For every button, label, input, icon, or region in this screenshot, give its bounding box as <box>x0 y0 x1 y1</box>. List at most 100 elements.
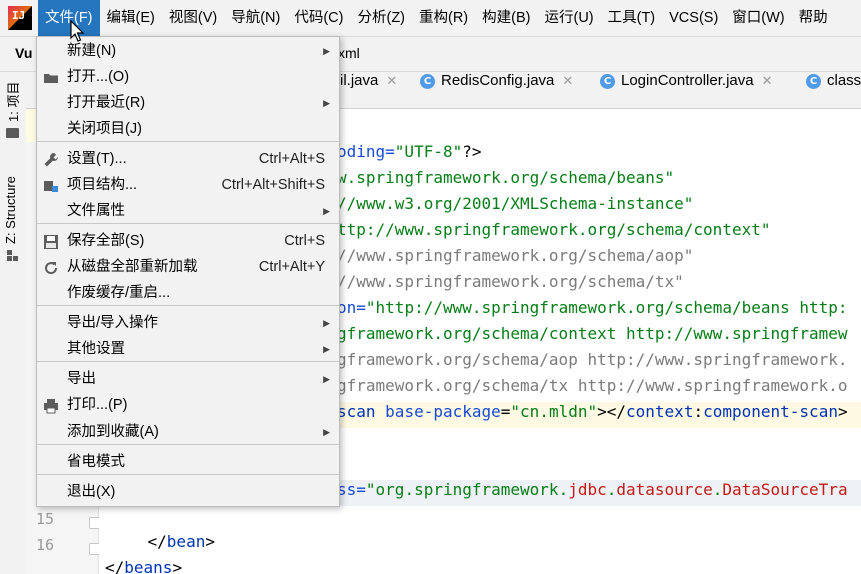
file-menu-item-11[interactable]: 其他设置 ▶ <box>37 336 339 362</box>
code-token: datasource <box>616 480 713 499</box>
code-token: base-package <box>385 402 501 421</box>
code-token: </ <box>105 558 125 574</box>
shortcut-label: Ctrl+Alt+S <box>258 151 325 167</box>
file-menu-item-15[interactable]: 省电模式 <box>37 449 339 475</box>
code-line: on="http://www.springframework.org/schem… <box>337 298 861 324</box>
code-token: component-scan <box>703 402 838 421</box>
file-menu-item-13[interactable]: 打印...(P) <box>37 392 339 418</box>
shortcut-label: Ctrl+Alt+Shift+S <box>221 177 325 193</box>
tab-logincontroller-java[interactable]: C LoginController.java ✕ <box>600 72 773 108</box>
code-token: . <box>712 480 723 499</box>
tab-redisconfig-java[interactable]: C RedisConfig.java ✕ <box>420 72 573 108</box>
file-menu-item-6[interactable]: 文件属性 ▶ <box>37 198 339 224</box>
code-token: "UTF-8" <box>394 142 463 161</box>
submenu-arrow-icon: ▶ <box>323 98 330 108</box>
file-menu-item-10[interactable]: 导出/导入操作 ▶ <box>37 310 339 336</box>
code-line: ttp://www.springframework.org/schema/con… <box>337 220 861 246</box>
code-token: > <box>205 532 215 551</box>
code-token: "cn.mldn" <box>510 402 598 421</box>
close-icon[interactable]: ✕ <box>386 73 397 88</box>
structure-panel-tab[interactable]: Z: Structure <box>3 176 18 244</box>
code-token: //www.springframework.org/schema/aop" <box>337 246 694 265</box>
code-token: scan <box>337 402 386 421</box>
code-token: ttp://www.springframework.org/schema/con… <box>337 220 771 239</box>
file-menu-item-14[interactable]: 添加到收藏(A) ▶ <box>37 419 339 445</box>
code-token: w.springframework.org/schema/beans" <box>337 168 675 187</box>
menu-item-label: 作废缓存/重启... <box>67 285 171 301</box>
menu-separator <box>37 444 339 445</box>
menu-separator <box>37 223 339 224</box>
menu-5[interactable]: 分析(Z) <box>350 0 412 36</box>
project-structure-icon <box>43 177 59 193</box>
menu-10[interactable]: VCS(S) <box>662 0 725 36</box>
close-icon[interactable]: ✕ <box>762 73 773 88</box>
tab-label: il.java <box>340 72 379 89</box>
menu-2[interactable]: 视图(V) <box>162 0 224 36</box>
menu-12[interactable]: 帮助 <box>792 0 835 36</box>
breadcrumb-project[interactable]: Vu <box>15 45 32 61</box>
code-line: //www.springframework.org/schema/tx" <box>337 272 861 298</box>
close-icon[interactable]: ✕ <box>562 73 573 88</box>
menu-item-label: 文件属性 <box>67 203 125 219</box>
file-menu-item-3[interactable]: 关闭项目(J) <box>37 116 339 142</box>
code-token: . <box>606 480 617 499</box>
code-line: </bean> <box>109 532 861 558</box>
class-icon: C <box>806 73 821 89</box>
project-panel-tab[interactable]: 1: 项目 <box>3 82 22 122</box>
file-menu-item-12[interactable]: 导出 ▶ <box>37 366 339 392</box>
code-line: gframework.org/schema/tx http://www.spri… <box>337 376 861 402</box>
menu-0[interactable]: 文件(F) <box>38 0 100 36</box>
menu-item-label: 打开最近(R) <box>67 95 146 111</box>
menu-separator <box>37 305 339 306</box>
menu-6[interactable]: 重构(R) <box>412 0 475 36</box>
menu-item-label: 打印...(P) <box>67 397 128 413</box>
code-token: beans <box>124 558 173 574</box>
shortcut-label: Ctrl+S <box>284 233 325 249</box>
tab-util-java[interactable]: il.java ✕ <box>340 72 397 108</box>
menu-item-label: 其他设置 <box>67 341 125 357</box>
code-line: gframework.org/schema/context http://www… <box>337 324 861 350</box>
menu-9[interactable]: 工具(T) <box>601 0 663 36</box>
project-folder-icon <box>6 128 19 138</box>
code-line: </beans> <box>105 558 861 574</box>
menu-separator <box>37 474 339 475</box>
line-number: 15 <box>36 510 55 528</box>
menu-11[interactable]: 窗口(W) <box>725 0 791 36</box>
menu-3[interactable]: 导航(N) <box>224 0 287 36</box>
code-line: oding="UTF-8"?> <box>337 142 861 168</box>
code-token: > <box>172 558 183 574</box>
tab-class[interactable]: Cclass <box>806 72 861 108</box>
code-line: scan base-package="cn.mldn"></context:co… <box>337 402 861 428</box>
menu-1[interactable]: 编辑(E) <box>100 0 162 36</box>
menu-item-label: 导出 <box>67 371 96 387</box>
menu-item-label: 项目结构... <box>67 177 138 193</box>
submenu-arrow-icon: ▶ <box>323 374 330 384</box>
code-token: ></ <box>597 402 627 421</box>
menu-7[interactable]: 构建(B) <box>475 0 537 36</box>
file-menu-item-7[interactable]: 保存全部(S) Ctrl+S <box>37 228 339 254</box>
file-menu-item-8[interactable]: 从磁盘全部重新加载 Ctrl+Alt+Y <box>37 254 339 280</box>
file-menu-item-2[interactable]: 打开最近(R) ▶ <box>37 90 339 116</box>
code-token: bean <box>166 532 206 551</box>
code-token: DataSourceTra <box>722 480 848 499</box>
code-token: on= <box>337 298 366 317</box>
breadcrumb-file[interactable]: xml <box>338 45 360 61</box>
file-menu-item-16[interactable]: 退出(X) <box>37 479 339 505</box>
menu-item-label: 导出/导入操作 <box>67 315 159 331</box>
code-token: "org.springframework. <box>365 480 569 499</box>
file-menu-item-1[interactable]: 打开...(O) <box>37 64 339 90</box>
file-menu-dropdown: 新建(N) ▶ 打开...(O) 打开最近(R) ▶ 关闭项目(J) 设置(T)... Ctr… <box>36 36 340 507</box>
code-line: gframework.org/schema/aop http://www.spr… <box>337 350 861 376</box>
menu-8[interactable]: 运行(U) <box>537 0 600 36</box>
folder-icon <box>43 69 59 85</box>
file-menu-item-5[interactable]: 项目结构... Ctrl+Alt+Shift+S <box>37 172 339 198</box>
code-token: "http://www.springframework.org/schema/b… <box>365 298 848 317</box>
file-menu-item-9[interactable]: 作废缓存/重启... <box>37 280 339 306</box>
tab-label: LoginController.java <box>621 72 754 89</box>
menu-4[interactable]: 代码(C) <box>287 0 350 36</box>
file-menu-item-4[interactable]: 设置(T)... Ctrl+Alt+S <box>37 146 339 172</box>
tab-label: RedisConfig.java <box>441 72 555 89</box>
tab-label: class <box>827 72 861 89</box>
